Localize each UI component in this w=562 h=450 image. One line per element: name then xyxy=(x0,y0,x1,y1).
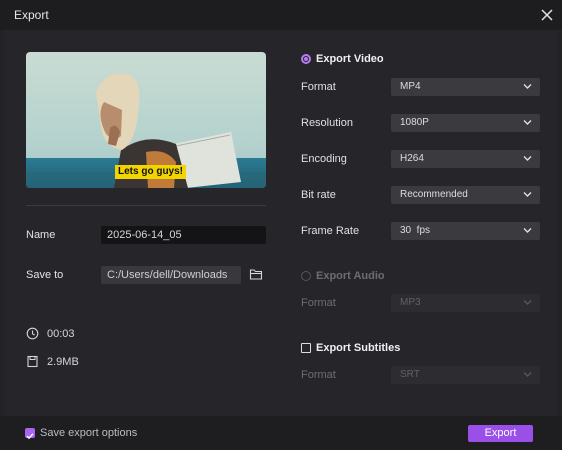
audio-format-value: MP3 xyxy=(400,297,421,308)
subtitle-format-label: Format xyxy=(301,369,336,381)
chevron-down-icon xyxy=(523,120,532,125)
subtitle-caption: Lets go guys! xyxy=(115,165,187,179)
bitrate-select[interactable]: Recommended xyxy=(391,186,540,204)
file-size-text: 2.9MB xyxy=(47,356,79,368)
chevron-down-icon xyxy=(523,372,532,377)
bitrate-label: Bit rate xyxy=(301,189,336,201)
export-video-label: Export Video xyxy=(316,53,384,65)
chevron-down-icon xyxy=(523,228,532,233)
chevron-down-icon xyxy=(523,300,532,305)
export-dialog: Export Lets go guys! Name 2025-06-14_05 … xyxy=(0,0,562,450)
export-subtitles-checkbox[interactable] xyxy=(301,343,311,353)
framerate-select[interactable]: 30 fps xyxy=(391,222,540,240)
window-title: Export xyxy=(14,8,49,22)
subtitle-format-select: SRT xyxy=(391,366,540,384)
bitrate-value: Recommended xyxy=(400,189,468,200)
titlebar: Export xyxy=(0,0,562,30)
audio-format-select: MP3 xyxy=(391,294,540,312)
subtitle-format-value: SRT xyxy=(400,369,420,380)
export-video-radio[interactable] xyxy=(301,54,311,64)
chevron-down-icon xyxy=(523,84,532,89)
save-to-label: Save to xyxy=(26,269,64,281)
format-select[interactable]: MP4 xyxy=(391,78,540,96)
export-subtitles-label: Export Subtitles xyxy=(316,342,401,354)
export-button[interactable]: Export xyxy=(468,425,533,442)
resolution-label: Resolution xyxy=(301,117,353,129)
divider xyxy=(26,205,266,206)
export-audio-label: Export Audio xyxy=(316,270,385,282)
save-path-input[interactable]: C:/Users/dell/Downloads xyxy=(101,266,241,284)
clock-icon xyxy=(26,327,39,340)
file-icon xyxy=(27,355,38,368)
name-label: Name xyxy=(26,229,56,241)
resolution-select[interactable]: 1080P xyxy=(391,114,540,132)
framerate-value: 30 fps xyxy=(400,225,431,236)
audio-format-label: Format xyxy=(301,297,336,309)
export-audio-radio[interactable] xyxy=(301,271,311,281)
chevron-down-icon xyxy=(523,156,532,161)
encoding-select[interactable]: H264 xyxy=(391,150,540,168)
format-value: MP4 xyxy=(400,81,421,92)
folder-icon[interactable] xyxy=(249,267,263,281)
name-input[interactable]: 2025-06-14_05 xyxy=(101,226,266,244)
encoding-label: Encoding xyxy=(301,153,347,165)
checkmark-icon xyxy=(26,433,34,440)
duration-text: 00:03 xyxy=(47,328,75,340)
encoding-value: H264 xyxy=(400,153,424,164)
close-icon[interactable] xyxy=(538,6,556,24)
resolution-value: 1080P xyxy=(400,117,429,128)
framerate-label: Frame Rate xyxy=(301,225,360,237)
save-export-options-checkbox[interactable] xyxy=(25,428,35,440)
save-export-options-label: Save export options xyxy=(40,427,138,439)
chevron-down-icon xyxy=(523,192,532,197)
format-label: Format xyxy=(301,81,336,93)
